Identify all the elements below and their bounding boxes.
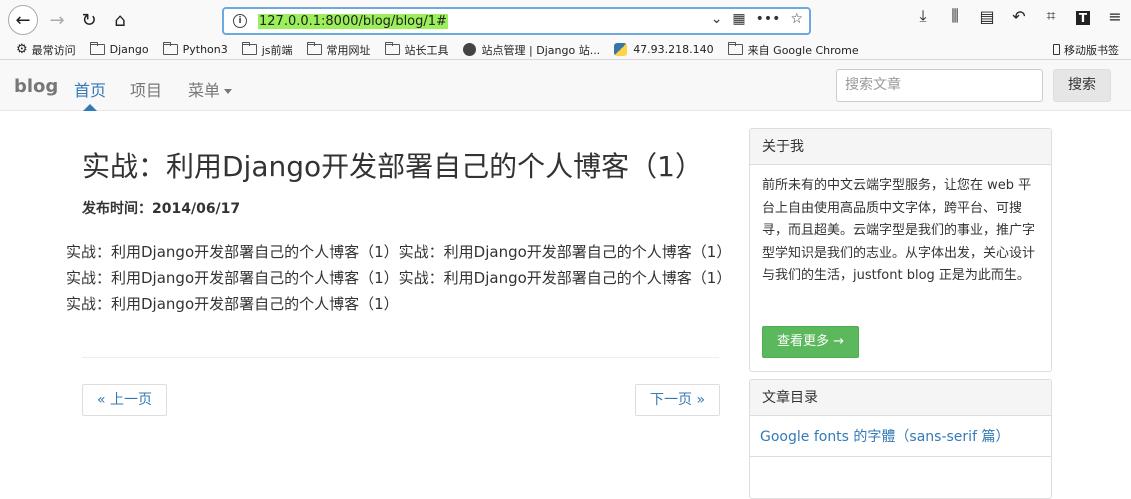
library-icon[interactable]: ⫼ bbox=[939, 6, 971, 26]
next-page-button[interactable]: 下一页 » bbox=[635, 384, 721, 416]
bookmarks-bar: ⚙ 最常访问 Django Python3 js前端 常用网址 站长工具 站点管理… bbox=[0, 40, 1131, 60]
bookmark-ip[interactable]: 47.93.218.140 bbox=[614, 43, 714, 56]
download-icon[interactable]: ⤓ bbox=[907, 6, 939, 26]
url-text[interactable]: 127.0.0.1:8000/blog/blog/1# bbox=[258, 13, 448, 29]
globe-icon bbox=[462, 43, 476, 56]
forward-arrow-icon[interactable]: → bbox=[43, 6, 71, 34]
reload-icon[interactable]: ↻ bbox=[75, 6, 103, 34]
toc-heading: 文章目录 bbox=[750, 380, 1051, 416]
caret-down-icon bbox=[224, 89, 233, 94]
about-text: 前所未有的中文云端字型服务，让您在 web 平台上自由使用高品质中文字体，跨平台… bbox=[762, 178, 1036, 283]
browser-toolbar: ← → ↻ ⌂ i 127.0.0.1:8000/blog/blog/1# ⌄ … bbox=[0, 0, 1131, 40]
sidebar-icon[interactable]: ▤ bbox=[971, 7, 1003, 26]
bookmark-most-visited[interactable]: ⚙ 最常访问 bbox=[16, 42, 76, 58]
post-date: 发布时间：2014/06/17 bbox=[82, 201, 241, 217]
bookmark-django-admin[interactable]: 站点管理 | Django 站... bbox=[462, 42, 600, 58]
post-body: 实战：利用Django开发部署自己的个人博客（1）实战：利用Django开发部署… bbox=[66, 243, 732, 313]
qr-code-icon[interactable]: ▦ bbox=[732, 11, 745, 27]
address-bar[interactable]: i 127.0.0.1:8000/blog/blog/1# ⌄ ▦ ••• ☆ bbox=[222, 7, 811, 35]
nav-item-home[interactable]: 首页 bbox=[74, 77, 106, 101]
folder-icon bbox=[89, 42, 105, 55]
divider bbox=[82, 357, 719, 358]
more-options-icon[interactable]: ••• bbox=[756, 11, 781, 27]
nav-item-menu[interactable]: 菜单 bbox=[188, 77, 233, 101]
bookmark-mobile[interactable]: 移动版书签 bbox=[1053, 42, 1119, 58]
active-indicator bbox=[83, 104, 97, 111]
bookmark-python3[interactable]: Python3 bbox=[162, 42, 228, 56]
folder-icon bbox=[162, 42, 178, 55]
nav-menu-label: 菜单 bbox=[188, 81, 221, 100]
folder-icon bbox=[384, 42, 400, 55]
bookmark-common-sites[interactable]: 常用网址 bbox=[306, 42, 371, 58]
about-heading: 关于我 bbox=[750, 129, 1051, 165]
bookmark-js[interactable]: js前端 bbox=[241, 42, 293, 58]
prev-page-button[interactable]: « 上一页 bbox=[82, 384, 168, 416]
search-input[interactable]: 搜索文章 bbox=[836, 69, 1043, 102]
site-brand[interactable]: blog bbox=[14, 76, 58, 97]
back-arrow-icon[interactable]: ← bbox=[8, 5, 38, 35]
star-icon[interactable]: ☆ bbox=[790, 11, 803, 27]
text-icon[interactable]: T bbox=[1067, 7, 1099, 26]
gear-icon: ⚙ bbox=[16, 42, 28, 57]
python-icon bbox=[614, 43, 628, 56]
folder-icon bbox=[306, 42, 322, 55]
chevron-down-icon[interactable]: ⌄ bbox=[711, 11, 723, 27]
crop-icon[interactable]: ⌗ bbox=[1035, 6, 1067, 26]
site-navbar: blog 首页 项目 菜单 搜索文章 搜索 bbox=[0, 60, 1131, 111]
folder-icon bbox=[241, 42, 257, 55]
read-more-button[interactable]: 查看更多 → bbox=[762, 326, 860, 358]
undo-icon[interactable]: ↶ bbox=[1003, 7, 1035, 26]
post-title: 实战：利用Django开发部署自己的个人博客（1） bbox=[82, 150, 703, 183]
home-icon[interactable]: ⌂ bbox=[106, 6, 134, 34]
bookmark-django[interactable]: Django bbox=[89, 42, 149, 56]
toc-panel: 文章目录 Google fonts 的字體（sans-serif 篇） bbox=[749, 379, 1052, 499]
info-icon[interactable]: i bbox=[233, 14, 247, 28]
search-button[interactable]: 搜索 bbox=[1053, 69, 1111, 102]
about-panel: 关于我 前所未有的中文云端字型服务，让您在 web 平台上自由使用高品质中文字体… bbox=[749, 128, 1052, 372]
phone-icon bbox=[1053, 44, 1060, 55]
bookmark-from-chrome[interactable]: 来自 Google Chrome bbox=[727, 42, 859, 58]
toc-link[interactable]: Google fonts 的字體（sans-serif 篇） bbox=[750, 416, 1051, 457]
nav-item-projects[interactable]: 项目 bbox=[130, 77, 162, 101]
menu-icon[interactable]: ≡ bbox=[1099, 7, 1131, 26]
bookmark-webmaster-tools[interactable]: 站长工具 bbox=[384, 42, 449, 58]
folder-icon bbox=[727, 42, 743, 55]
